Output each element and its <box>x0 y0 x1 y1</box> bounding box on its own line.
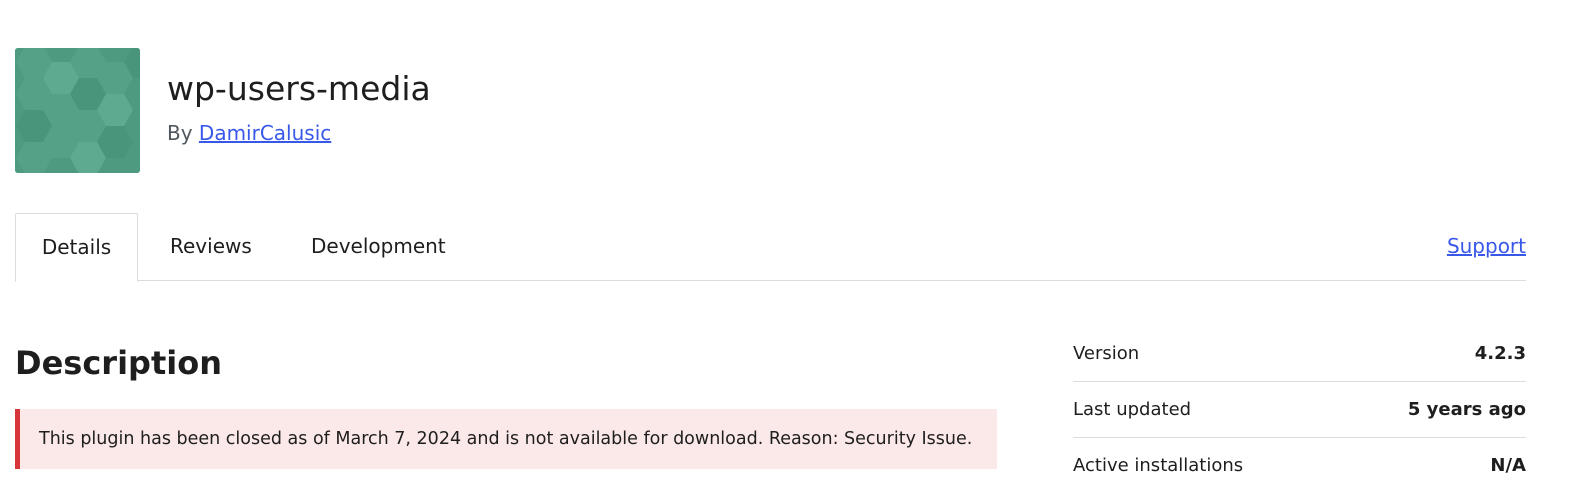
tab-reviews[interactable]: Reviews <box>170 213 252 280</box>
plugin-meta: Version 4.2.3 Last updated 5 years ago A… <box>1073 326 1526 490</box>
plugin-page: wp-users-media By DamirCalusic Details R… <box>0 0 1580 490</box>
meta-row-last-updated: Last updated 5 years ago <box>1073 382 1526 438</box>
closed-plugin-notice: This plugin has been closed as of March … <box>15 409 997 469</box>
support-link[interactable]: Support <box>1447 213 1526 280</box>
plugin-tabs: Details Reviews Development Support <box>15 213 1526 282</box>
last-updated-label: Last updated <box>1073 399 1192 420</box>
byline-prefix: By <box>167 121 193 145</box>
tab-development[interactable]: Development <box>311 213 446 280</box>
tab-details[interactable]: Details <box>15 213 138 282</box>
last-updated-value: 5 years ago <box>1407 399 1526 420</box>
description-heading: Description <box>15 344 222 382</box>
active-installs-label: Active installations <box>1073 455 1244 476</box>
meta-row-version: Version 4.2.3 <box>1073 326 1526 382</box>
version-label: Version <box>1073 343 1140 364</box>
notice-text: This plugin has been closed as of March … <box>39 429 973 449</box>
plugin-title: wp-users-media <box>167 69 431 108</box>
author-link[interactable]: DamirCalusic <box>199 121 331 145</box>
plugin-icon <box>15 48 140 173</box>
meta-row-active-installs: Active installations N/A <box>1073 438 1526 490</box>
version-value: 4.2.3 <box>1474 343 1526 364</box>
hexagon-pattern-icon <box>15 48 140 173</box>
plugin-byline: By DamirCalusic <box>167 120 331 146</box>
active-installs-value: N/A <box>1490 455 1526 476</box>
